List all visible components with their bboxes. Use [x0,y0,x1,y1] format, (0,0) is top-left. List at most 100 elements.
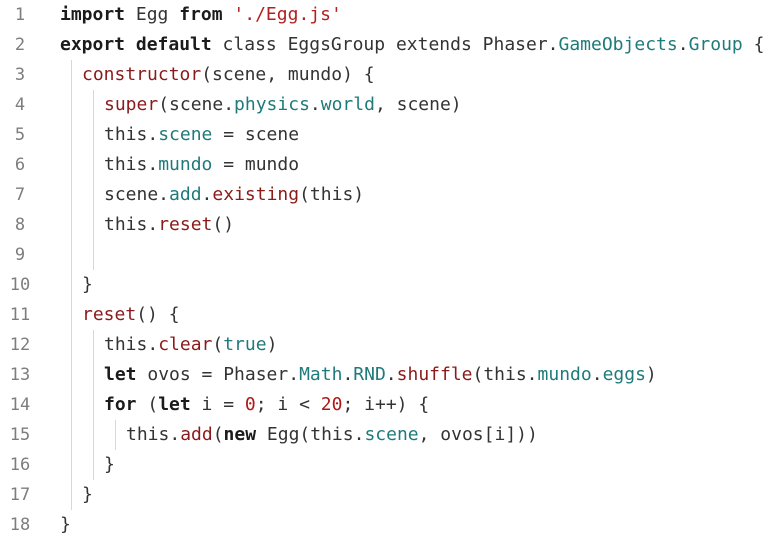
code-token: ; i < [255,394,321,415]
line-number: 13 [9,365,31,385]
code-token: let [104,364,137,385]
code-token: for [104,394,137,415]
code-line[interactable]: 18} [0,510,781,540]
code-token: this. [104,334,159,355]
code-line[interactable]: 8 this.reset() [0,210,781,240]
code-token: } [60,514,71,535]
code-token: mundo [537,364,592,385]
code-line[interactable]: 14 for (let i = 0; i < 20; i++) { [0,390,781,420]
code-token: super [104,94,159,115]
code-text: for (let i = 0; i < 20; i++) { [104,390,429,420]
code-token: . [385,364,397,385]
indent-guide [93,180,94,210]
code-token: new [223,424,257,445]
code-token: ; i++) { [342,394,430,415]
code-token: = scene [212,124,300,145]
line-number: 4 [14,95,26,115]
code-text: scene.add.existing(this) [104,180,364,210]
line-number: 11 [9,305,31,325]
code-token: './Egg.js' [233,4,342,25]
code-line[interactable]: 4 super(scene.physics.world, scene) [0,90,781,120]
code-line[interactable]: 10} [0,270,781,300]
indent-guide [71,270,72,300]
code-token: import [60,4,126,25]
code-line[interactable]: 7 scene.add.existing(this) [0,180,781,210]
code-token: , ovos[i])) [418,424,538,445]
code-token: let [158,394,191,415]
code-line[interactable]: 9 [0,240,781,270]
line-number: 12 [9,335,31,355]
indent-guide [71,420,72,450]
code-token: ( [136,394,159,415]
indent-guide [93,90,94,120]
code-token: 20 [320,394,343,415]
code-text: import Egg from './Egg.js' [60,0,342,30]
code-line[interactable]: 16} [0,450,781,480]
code-token: add [169,184,202,205]
code-line[interactable]: 15 this.add(new Egg(this.scene, ovos[i])) [0,420,781,450]
code-line[interactable]: 6 this.mundo = mundo [0,150,781,180]
code-line[interactable]: 11 reset() { [0,300,781,330]
code-token: . [591,364,603,385]
code-token: add [180,424,213,445]
code-text: this.clear(true) [104,330,277,360]
code-line[interactable]: 17} [0,480,781,510]
code-token: Math [299,364,343,385]
code-token: , scene) [374,94,462,115]
code-token: . [201,184,213,205]
indent-guide [71,210,72,240]
code-token: = mundo [212,154,300,175]
line-number: 5 [14,125,26,145]
code-line[interactable]: 1 import Egg from './Egg.js' [0,0,781,30]
code-token: RND [353,364,386,385]
code-token: clear [158,334,213,355]
indent-guide [93,240,94,270]
code-line[interactable]: 13 let ovos = Phaser.Math.RND.shuffle(thi… [0,360,781,390]
code-token: physics [234,94,310,115]
code-token: () { [136,304,180,325]
indent-guide [71,330,72,360]
code-text: this.add(new Egg(this.scene, ovos[i])) [126,420,538,450]
code-token: (this) [299,184,365,205]
code-token: shuffle [396,364,473,385]
code-line[interactable]: 12 this.clear(true) [0,330,781,360]
code-line[interactable]: 3 constructor(scene, mundo) { [0,60,781,90]
indent-guide [93,330,94,360]
code-token: . [309,94,321,115]
code-line[interactable]: 5 this.scene = scene [0,120,781,150]
code-text: } [60,510,71,540]
code-token: this. [126,424,181,445]
code-token: reset [82,304,137,325]
code-token: ) [645,364,657,385]
indent-guide [93,150,94,180]
code-token: this. [104,154,159,175]
code-token: } [82,484,93,505]
code-token: eggs [602,364,646,385]
code-token: GameObjects [558,34,678,55]
code-text: this.reset() [104,210,234,240]
code-token: . [342,364,354,385]
code-text: this.mundo = mundo [104,150,299,180]
code-token: ) [266,334,278,355]
code-token: } [104,454,115,475]
code-token: } [82,274,93,295]
indent-guide [93,420,94,450]
indent-guide [93,390,94,420]
code-token: () [212,214,235,235]
code-token: true [223,334,267,355]
code-text: } [82,270,93,300]
code-token: ( [212,334,224,355]
code-token: Egg [125,4,180,25]
code-token: world [320,94,375,115]
code-line[interactable]: 2 export default class EggsGroup extends … [0,30,781,60]
indent-guide [93,210,94,240]
code-token: ovos = Phaser. [136,364,300,385]
code-token: this. [104,124,159,145]
code-token: constructor [82,64,202,85]
code-editor[interactable]: 1 import Egg from './Egg.js' 2 export defau… [0,0,781,540]
line-number: 17 [9,485,31,505]
code-text: } [82,480,93,510]
code-text: this.scene = scene [104,120,299,150]
code-token: . [677,34,689,55]
